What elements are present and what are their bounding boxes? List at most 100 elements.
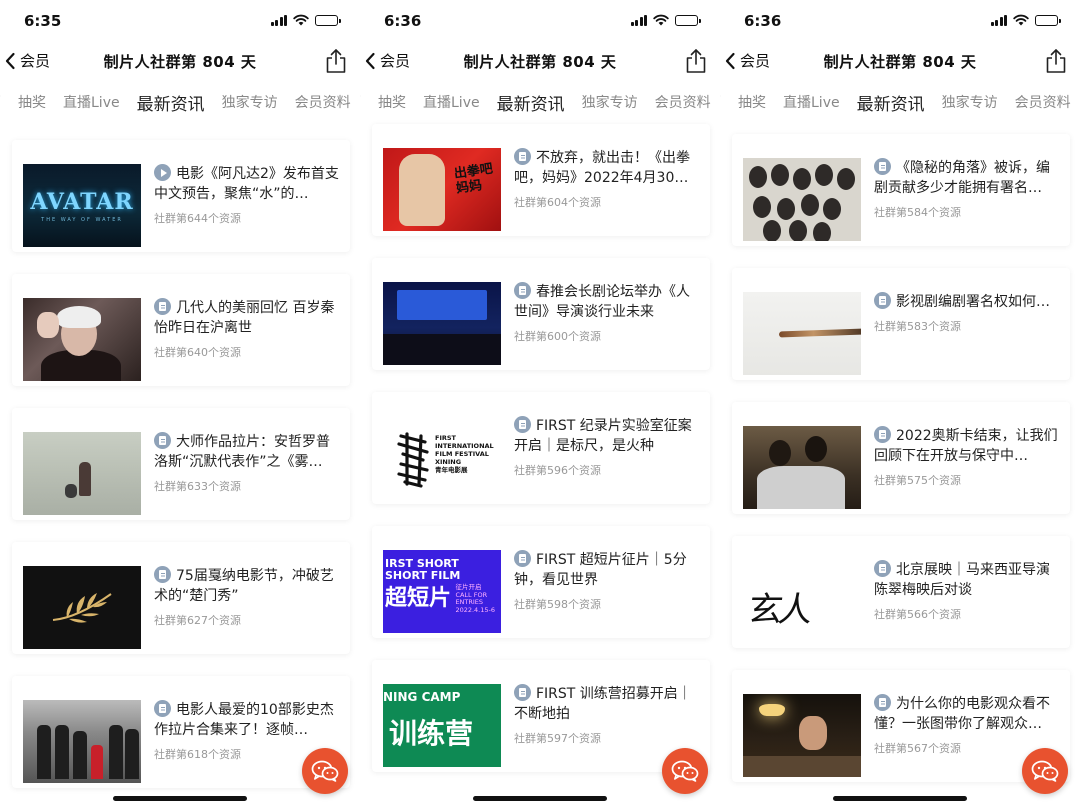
card-text: 为什么你的电影观众看不懂？一张图带你了解观众… 社群第567个资源 <box>874 694 1062 756</box>
tab-2[interactable]: 直播Live <box>783 92 840 112</box>
status-icons <box>990 14 1061 26</box>
battery-icon <box>315 14 341 26</box>
card-title-text: FIRST 训练营招募开启｜不断地拍 <box>514 686 692 722</box>
document-icon <box>154 298 171 315</box>
document-icon <box>874 292 891 309</box>
document-icon <box>874 560 891 577</box>
document-icon <box>874 158 891 175</box>
card-title: FIRST 超短片征片｜5分钟，看见世界 <box>514 550 702 590</box>
card-text: FIRST 训练营招募开启｜不断地拍 社群第597个资源 <box>514 684 702 746</box>
wifi-icon <box>653 14 669 26</box>
resource-number: 社群第598个资源 <box>514 598 601 611</box>
tab-1[interactable]: 抽奖 <box>378 92 406 112</box>
tab-4[interactable]: 独家专访 <box>222 92 278 112</box>
resource-card[interactable]: 《隐秘的角落》被诉，编剧贡献多少才能拥有署名… 社群第584个资源 <box>732 134 1070 246</box>
resource-number: 社群第575个资源 <box>874 474 961 487</box>
home-indicator <box>113 796 247 801</box>
card-title: 几代人的美丽回忆 百岁秦怡昨日在沪离世 <box>154 298 342 338</box>
thumbnail-image <box>743 694 861 777</box>
resource-card[interactable]: 大师作品拉片：安哲罗普洛斯“沉默代表作”之《雾… 社群第633个资源 <box>12 408 350 520</box>
wechat-button[interactable] <box>1022 748 1068 794</box>
tab-0[interactable]: 页 <box>720 92 721 112</box>
resource-card[interactable]: 出拳吧妈妈 不放弃，就出击！《出拳吧，妈妈》2022年4月30… 社群第604个… <box>372 124 710 236</box>
cellular-signal-icon <box>990 14 1007 26</box>
tab-1[interactable]: 抽奖 <box>738 92 766 112</box>
thumbnail-image: FIRST INTERNATIONAL FILM FESTIVAL XINING… <box>383 416 501 499</box>
wechat-icon <box>1031 760 1059 782</box>
thumbnail-image <box>23 298 141 381</box>
resource-card[interactable]: 为什么你的电影观众看不懂？一张图带你了解观众… 社群第567个资源 <box>732 670 1070 782</box>
thumbnail-image: NING CAMP 训练营 <box>383 684 501 767</box>
card-title: 大师作品拉片：安哲罗普洛斯“沉默代表作”之《雾… <box>154 432 342 472</box>
card-title: 2022奥斯卡结束，让我们回顾下在开放与保守中… <box>874 426 1062 466</box>
palm-leaf-icon <box>52 592 112 623</box>
card-text: 不放弃，就出击！《出拳吧，妈妈》2022年4月30… 社群第604个资源 <box>514 148 702 210</box>
tab-5[interactable]: 会员资料 <box>295 92 351 112</box>
card-title-text: 几代人的美丽回忆 百岁秦怡昨日在沪离世 <box>154 300 335 336</box>
status-icons <box>630 14 701 26</box>
card-title: 为什么你的电影观众看不懂？一张图带你了解观众… <box>874 694 1062 734</box>
resource-card[interactable]: 影视剧编剧署名权如何… 社群第583个资源 <box>732 268 1070 380</box>
thumbnail-poster-title: 超短片 <box>385 586 452 611</box>
tab-1[interactable]: 抽奖 <box>18 92 46 112</box>
cellular-signal-icon <box>630 14 647 26</box>
thumbnail-poster-text: 出拳吧妈妈 <box>453 161 494 197</box>
resource-card[interactable]: 2022奥斯卡结束，让我们回顾下在开放与保守中… 社群第575个资源 <box>732 402 1070 514</box>
wechat-button[interactable] <box>302 748 348 794</box>
tab-0[interactable]: 页 <box>0 92 1 112</box>
page-title: 制片人社群第 804 天 <box>463 53 617 71</box>
share-icon[interactable] <box>324 48 348 74</box>
thumbnail-image <box>743 158 861 241</box>
share-icon[interactable] <box>1044 48 1068 74</box>
card-title: 北京展映｜马来西亚导演陈翠梅映后对谈 <box>874 560 1062 600</box>
tab-0[interactable]: 页 <box>360 92 361 112</box>
card-title-text: 春推会长剧论坛举办《人世间》导演谈行业未来 <box>514 284 690 320</box>
resource-card[interactable]: 电影人最爱的10部影史杰作拉片合集来了！逐帧… 社群第618个资源 <box>12 676 350 788</box>
tab-3[interactable]: 最新资讯 <box>497 90 565 115</box>
resource-card[interactable]: 春推会长剧论坛举办《人世间》导演谈行业未来 社群第600个资源 <box>372 258 710 370</box>
tab-4[interactable]: 独家专访 <box>582 92 638 112</box>
card-title: FIRST 训练营招募开启｜不断地拍 <box>514 684 702 724</box>
wechat-button[interactable] <box>662 748 708 794</box>
nav-bar: 会员 制片人社群第 804 天 <box>720 42 1080 84</box>
resource-number: 社群第627个资源 <box>154 614 241 627</box>
thumbnail-image: 玄人 <box>743 560 861 643</box>
card-title-text: 电影《阿凡达2》发布首支中文预告，聚焦“水”的… <box>154 166 339 202</box>
card-title-text: FIRST 纪录片实验室征案开启｜是标尺，是火种 <box>514 418 692 454</box>
card-title-text: 不放弃，就出击！《出拳吧，妈妈》2022年4月30… <box>514 150 690 186</box>
document-icon <box>514 148 531 165</box>
card-title: 《隐秘的角落》被诉，编剧贡献多少才能拥有署名… <box>874 158 1062 198</box>
document-icon <box>514 282 531 299</box>
resource-card[interactable]: 玄人 北京展映｜马来西亚导演陈翠梅映后对谈 社群第566个资源 <box>732 536 1070 648</box>
tab-4[interactable]: 独家专访 <box>942 92 998 112</box>
card-text: 75届戛纳电影节，冲破艺术的“楚门秀” 社群第627个资源 <box>154 566 342 628</box>
resource-card[interactable]: 几代人的美丽回忆 百岁秦怡昨日在沪离世 社群第640个资源 <box>12 274 350 386</box>
resource-card[interactable]: IRST SHORT SHORT FILM 超短片 征片开启 CALL FOR … <box>372 526 710 638</box>
play-icon <box>154 164 171 181</box>
card-text: 几代人的美丽回忆 百岁秦怡昨日在沪离世 社群第640个资源 <box>154 298 342 360</box>
resource-card[interactable]: FIRST INTERNATIONAL FILM FESTIVAL XINING… <box>372 392 710 504</box>
share-icon[interactable] <box>684 48 708 74</box>
resource-card[interactable]: 75届戛纳电影节，冲破艺术的“楚门秀” 社群第627个资源 <box>12 542 350 654</box>
resource-card[interactable]: AVATAR THE WAY OF WATER 电影《阿凡达2》发布首支中文预告… <box>12 140 350 252</box>
resource-number: 社群第604个资源 <box>514 196 601 209</box>
tab-5[interactable]: 会员资料 <box>655 92 711 112</box>
tab-3[interactable]: 最新资讯 <box>137 90 205 115</box>
tab-5[interactable]: 会员资料 <box>1015 92 1071 112</box>
document-icon <box>154 432 171 449</box>
nav-bar: 会员 制片人社群第 804 天 <box>0 42 360 84</box>
resource-number: 社群第584个资源 <box>874 206 961 219</box>
card-text: 电影《阿凡达2》发布首支中文预告，聚焦“水”的… 社群第644个资源 <box>154 164 342 226</box>
tab-3[interactable]: 最新资讯 <box>857 90 925 115</box>
resource-card[interactable]: NING CAMP 训练营 FIRST 训练营招募开启｜不断地拍 社群第597个… <box>372 660 710 772</box>
card-text: 大师作品拉片：安哲罗普洛斯“沉默代表作”之《雾… 社群第633个资源 <box>154 432 342 494</box>
tab-2[interactable]: 直播Live <box>423 92 480 112</box>
tab-2[interactable]: 直播Live <box>63 92 120 112</box>
thumbnail-logo-text: FIRST INTERNATIONAL FILM FESTIVAL XINING… <box>435 434 494 474</box>
card-title-text: 为什么你的电影观众看不懂？一张图带你了解观众… <box>874 696 1050 732</box>
status-time: 6:35 <box>24 12 62 30</box>
document-icon <box>514 684 531 701</box>
card-text: FIRST 纪录片实验室征案开启｜是标尺，是火种 社群第596个资源 <box>514 416 702 478</box>
thumbnail-image: IRST SHORT SHORT FILM 超短片 征片开启 CALL FOR … <box>383 550 501 633</box>
status-time: 6:36 <box>744 12 782 30</box>
